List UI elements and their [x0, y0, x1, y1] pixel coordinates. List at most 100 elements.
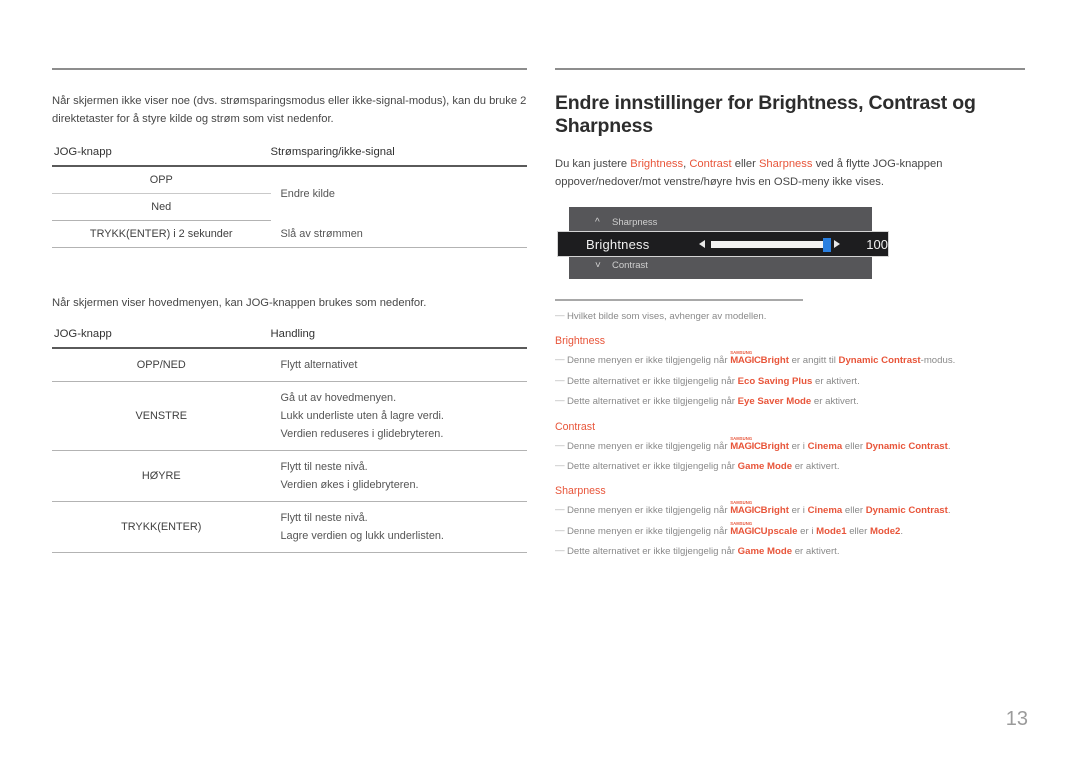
note-dash-icon: — — [555, 354, 565, 366]
note-dash-icon: — — [555, 460, 565, 472]
note-dash-icon: — — [555, 504, 565, 516]
note-text: er aktivert. — [812, 375, 860, 387]
note-item: — Denne menyen er ikke tilgjengelig når S… — [555, 501, 1025, 518]
cell-line: Verdien reduseres i glidebryteren. — [280, 428, 444, 441]
cell-line: Lukk underliste uten å lagre verdi. — [280, 410, 444, 423]
note-text: Dette alternativet er ikke tilgjengelig … — [567, 546, 738, 558]
magic-word: MAGIC — [730, 440, 761, 452]
note-text: eller — [842, 505, 866, 517]
magic-suffix: Bright — [760, 505, 789, 517]
right-intro-paragraph: Du kan justere Brightness, Contrast elle… — [555, 155, 1025, 191]
note-term: Cinema — [807, 440, 843, 452]
intro-text-part-1: Du kan justere — [555, 157, 631, 170]
samsung-sup: SAMSUNG — [730, 500, 753, 506]
table-row: HØYRE Flytt til neste nivå. Verdien økes… — [52, 450, 527, 503]
note-text: Denne menyen er ikke tilgjengelig når — [567, 440, 731, 452]
cell-line: Flytt til neste nivå. — [280, 512, 368, 525]
cell-value: Gå ut av hovedmenyen. Lukk underliste ut… — [270, 381, 527, 452]
term-brightness: Brightness — [630, 157, 684, 170]
slider-thumb — [823, 237, 831, 252]
magic-word: MAGIC — [730, 505, 761, 517]
table-row: TRYKK(ENTER) i 2 sekunder Slå av strømme… — [52, 220, 527, 249]
note-text: . — [947, 505, 951, 517]
note-dash-icon: — — [555, 395, 565, 407]
column-header-powersave: Strømsparing/ikke-signal — [270, 144, 527, 168]
osd-item-brightness-active: Brightness 100 — [557, 231, 889, 258]
magic-suffix: Upscale — [760, 525, 798, 537]
cell-key: VENSTRE — [52, 381, 271, 452]
note-heading-sharpness: Sharpness — [555, 485, 606, 498]
table-row: OPP Endre kilde — [52, 166, 527, 200]
note-text: eller — [846, 525, 870, 537]
cell-value: Flytt til neste nivå. Lagre verdien og l… — [270, 501, 527, 554]
column-header-action: Handling — [270, 326, 527, 350]
note-text: . — [947, 440, 951, 452]
arrow-right-icon — [834, 240, 840, 249]
osd-slider — [699, 237, 840, 252]
note-term: Dynamic Contrast — [838, 355, 921, 367]
note-term: Mode2 — [870, 525, 901, 537]
term-contrast: Contrast — [689, 157, 732, 170]
left-column: Når skjermen ikke viser noe (dvs. strøms… — [52, 68, 527, 554]
term-sharpness: Sharpness — [758, 157, 813, 170]
top-divider — [52, 68, 527, 70]
samsung-sup: SAMSUNG — [730, 435, 753, 441]
note-text: er aktivert. — [792, 546, 840, 558]
note-dash-icon: — — [555, 545, 565, 557]
note-term: Dynamic Contrast — [865, 440, 948, 452]
table-header-row: JOG-knapp Strømsparing/ikke-signal — [52, 144, 527, 168]
arrow-left-icon — [699, 240, 705, 249]
osd-active-label: Brightness — [586, 236, 650, 252]
magic-word: MAGIC — [730, 525, 761, 537]
note-term: Game Mode — [737, 461, 793, 473]
osd-preview-image: ^ Sharpness Brightness 100 ˅ Contrast — [557, 207, 897, 280]
note-model: — Hvilket bilde som vises, avhenger av mo… — [555, 310, 1025, 324]
note-text: er aktivert. — [792, 461, 840, 473]
table-row: OPP/NED Flytt alternativet — [52, 348, 527, 383]
note-text: Denne menyen er ikke tilgjengelig når — [567, 505, 731, 517]
note-item: — Dette alternativet er ikke tilgjengelig… — [555, 545, 1025, 559]
table-row: TRYKK(ENTER) Flytt til neste nivå. Lagre… — [52, 501, 527, 554]
samsung-magic-logo: SAMSUNG MAGIC — [730, 436, 761, 452]
slider-track — [711, 237, 831, 252]
note-term: Eco Saving Plus — [737, 375, 813, 387]
cell-line: Flytt til neste nivå. — [280, 461, 368, 474]
note-item: — Denne menyen er ikke tilgjengelig når S… — [555, 350, 1025, 368]
page-title: Endre innstillinger for Brightness, Cont… — [555, 92, 976, 138]
top-divider — [555, 68, 1025, 70]
note-text: Denne menyen er ikke tilgjengelig når — [567, 525, 731, 537]
note-text: er i — [788, 440, 808, 452]
note-text: er aktivert. — [811, 396, 859, 408]
magic-word: MAGIC — [730, 355, 761, 367]
note-item: — Denne menyen er ikke tilgjengelig når S… — [555, 520, 1025, 539]
table-header-row: JOG-knapp Handling — [52, 326, 527, 350]
right-column: Endre innstillinger for Brightness, Cont… — [555, 68, 1025, 566]
cell-key: TRYKK(ENTER) — [52, 501, 271, 554]
table-spacer — [52, 248, 527, 294]
jog-menu-table: JOG-knapp Handling OPP/NED Flytt alterna… — [52, 326, 527, 554]
samsung-magic-logo: SAMSUNG MAGIC — [730, 501, 761, 517]
note-text: Hvilket bilde som vises, avhenger av mod… — [567, 311, 767, 323]
cell-value: Flytt til neste nivå. Verdien økes i gli… — [270, 450, 527, 503]
samsung-sup: SAMSUNG — [730, 520, 753, 526]
table-row: VENSTRE Gå ut av hovedmenyen. Lukk under… — [52, 381, 527, 452]
note-dash-icon: — — [555, 374, 565, 386]
note-term: Eye Saver Mode — [737, 396, 812, 408]
cell-value: Endre kilde — [280, 188, 336, 201]
notes-divider — [555, 299, 803, 302]
cell-value: Flytt alternativet — [270, 348, 527, 383]
note-text: er i — [788, 505, 808, 517]
osd-value: 100 — [866, 236, 888, 252]
jog-power-table: JOG-knapp Strømsparing/ikke-signal OPP E… — [52, 144, 527, 249]
note-term: Dynamic Contrast — [865, 505, 948, 517]
note-text: eller — [842, 440, 866, 452]
note-text: Denne menyen er ikke tilgjengelig når — [567, 355, 731, 367]
osd-item-contrast: ˅ Contrast — [569, 255, 872, 276]
cell-key: Ned — [52, 193, 271, 222]
note-dash-icon: — — [555, 439, 565, 451]
samsung-sup: SAMSUNG — [730, 350, 753, 356]
note-text: Dette alternativet er ikke tilgjengelig … — [567, 396, 738, 408]
column-header-jog: JOG-knapp — [52, 326, 271, 350]
osd-item-label: Sharpness — [612, 217, 658, 229]
note-item: — Dette alternativet er ikke tilgjengelig… — [555, 395, 1025, 409]
